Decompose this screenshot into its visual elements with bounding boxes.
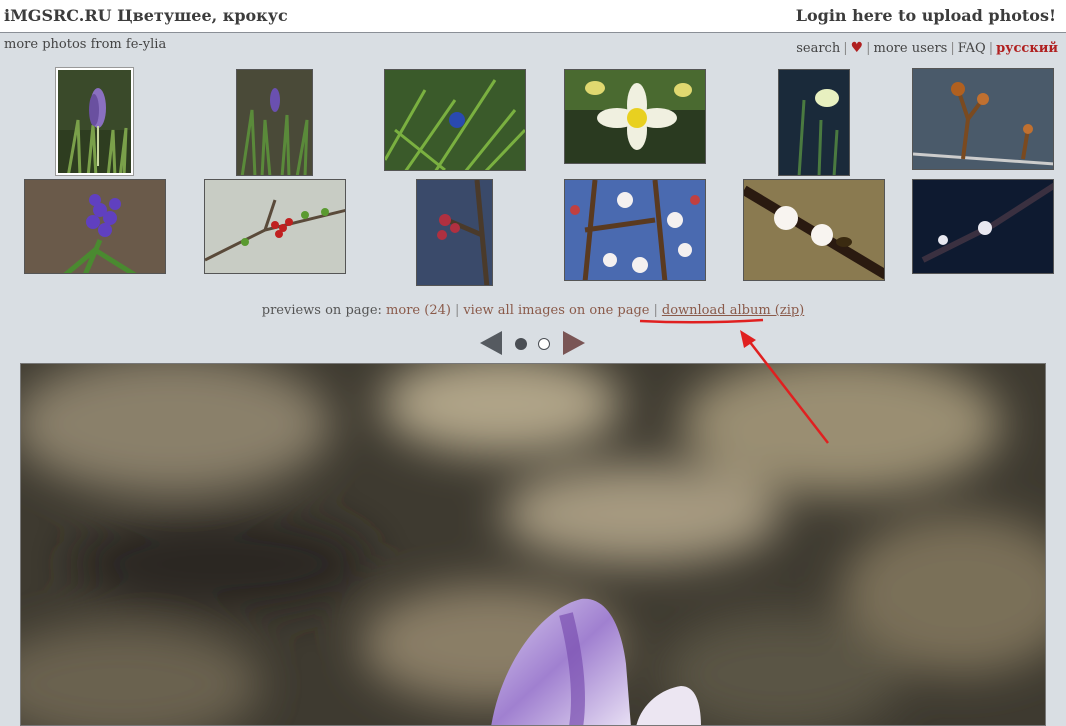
thumbnail-blossom-bee[interactable] bbox=[743, 179, 885, 281]
thumbnail-image bbox=[565, 180, 705, 280]
site-title: iMGSRC.RU Цветушее, крокус bbox=[4, 6, 288, 25]
thumbnail-image bbox=[565, 70, 705, 163]
previews-label: previews on page: bbox=[261, 303, 382, 318]
main-photo-image bbox=[21, 364, 1045, 725]
thumbnail-apricot-buds[interactable] bbox=[416, 179, 493, 286]
thumbnail-image bbox=[25, 180, 165, 273]
thumbnail-apricot-blossom[interactable] bbox=[564, 179, 706, 281]
page-dot-current[interactable] bbox=[515, 338, 527, 350]
thumbnail-image bbox=[237, 70, 312, 175]
arrow-right-icon[interactable] bbox=[563, 331, 585, 355]
thumbnail-buds-branch[interactable] bbox=[912, 68, 1054, 170]
thumbnail-white-blossom[interactable] bbox=[912, 179, 1054, 274]
thumbnail-crocus[interactable] bbox=[55, 67, 134, 176]
search-link[interactable]: search bbox=[796, 41, 840, 56]
previews-bar: previews on page: more (24) | view all ima… bbox=[261, 303, 805, 318]
thumbnail-image bbox=[58, 70, 131, 173]
thumbnail-image bbox=[913, 180, 1053, 273]
more-users-link[interactable]: more users bbox=[874, 41, 948, 56]
thumbnail-image bbox=[779, 70, 849, 175]
thumbnail-blue-flower[interactable] bbox=[384, 69, 526, 171]
more-photos-link[interactable]: more photos from fe-ylia bbox=[4, 37, 166, 52]
thumbnail-image bbox=[417, 180, 492, 285]
download-album-link[interactable]: download album (zip) bbox=[662, 303, 804, 318]
view-all-link[interactable]: view all images on one page bbox=[463, 303, 649, 318]
arrow-left-icon[interactable] bbox=[480, 331, 502, 355]
login-link[interactable]: Login here to upload photos! bbox=[796, 6, 1056, 25]
page-dot[interactable] bbox=[538, 338, 550, 350]
thumbnail-snowdrop[interactable] bbox=[778, 69, 850, 176]
thumbnail-daffodil[interactable] bbox=[564, 69, 706, 164]
previews-count: (24) bbox=[424, 303, 451, 318]
top-nav: search | ♥ | more users | FAQ | русский bbox=[796, 40, 1058, 56]
thumbnail-hyacinth[interactable] bbox=[24, 179, 166, 274]
language-link[interactable]: русский bbox=[996, 41, 1058, 56]
annotation-underline bbox=[639, 318, 764, 324]
thumbnail-image bbox=[744, 180, 884, 280]
faq-link[interactable]: FAQ bbox=[958, 41, 986, 56]
thumbnail-image bbox=[385, 70, 525, 170]
main-photo[interactable] bbox=[20, 363, 1046, 726]
more-previews-link[interactable]: more bbox=[386, 303, 420, 318]
pager bbox=[480, 331, 590, 357]
top-bar: iMGSRC.RU Цветушее, крокус Login here to… bbox=[0, 0, 1066, 33]
thumbnail-red-berries[interactable] bbox=[204, 179, 346, 274]
heart-icon[interactable]: ♥ bbox=[851, 40, 864, 56]
thumbnail-crocus-grass[interactable] bbox=[236, 69, 313, 176]
thumbnail-image bbox=[913, 69, 1053, 169]
thumbnail-image bbox=[205, 180, 345, 273]
annotation-arrow-head bbox=[740, 330, 756, 348]
